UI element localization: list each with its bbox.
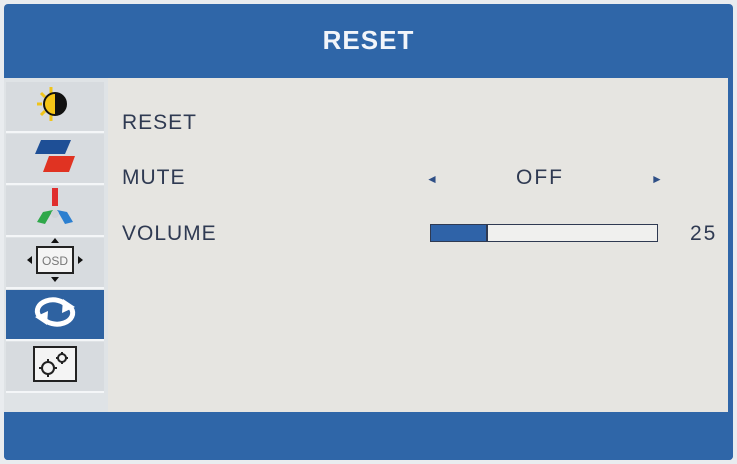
- volume-label[interactable]: VOLUME: [122, 222, 217, 246]
- volume-slider-fill: [431, 225, 488, 241]
- reset-item[interactable]: RESET: [122, 111, 197, 135]
- tab-brightness[interactable]: [6, 82, 104, 133]
- osd-icon: OSD: [25, 237, 85, 288]
- tab-settings[interactable]: [6, 342, 104, 393]
- volume-value: 25: [690, 222, 718, 245]
- color-icon: [31, 186, 79, 235]
- brightness-contrast-icon: [33, 85, 77, 128]
- tab-picture[interactable]: [6, 134, 104, 185]
- osd-window: RESET OSD RESET MUTE ◄ OFF ► VOLUME 25: [4, 4, 733, 460]
- menu-sidebar: OSD: [4, 78, 110, 412]
- mute-label[interactable]: MUTE: [122, 166, 186, 190]
- mute-left-arrow-icon[interactable]: ◄: [426, 172, 438, 186]
- settings-icon: [31, 344, 79, 389]
- mute-value: OFF: [516, 166, 564, 189]
- menu-panel: RESET MUTE ◄ OFF ► VOLUME 25: [108, 78, 728, 412]
- osd-icon-text: OSD: [42, 254, 68, 268]
- tab-reset[interactable]: [6, 290, 104, 341]
- bottom-bar: [4, 412, 733, 460]
- picture-icon: [31, 136, 79, 181]
- reset-icon: [29, 294, 81, 335]
- tab-color[interactable]: [6, 186, 104, 237]
- mute-right-arrow-icon[interactable]: ►: [651, 172, 663, 186]
- volume-slider[interactable]: [430, 224, 658, 242]
- tab-osd[interactable]: OSD: [6, 238, 104, 289]
- menu-title: RESET: [322, 24, 415, 55]
